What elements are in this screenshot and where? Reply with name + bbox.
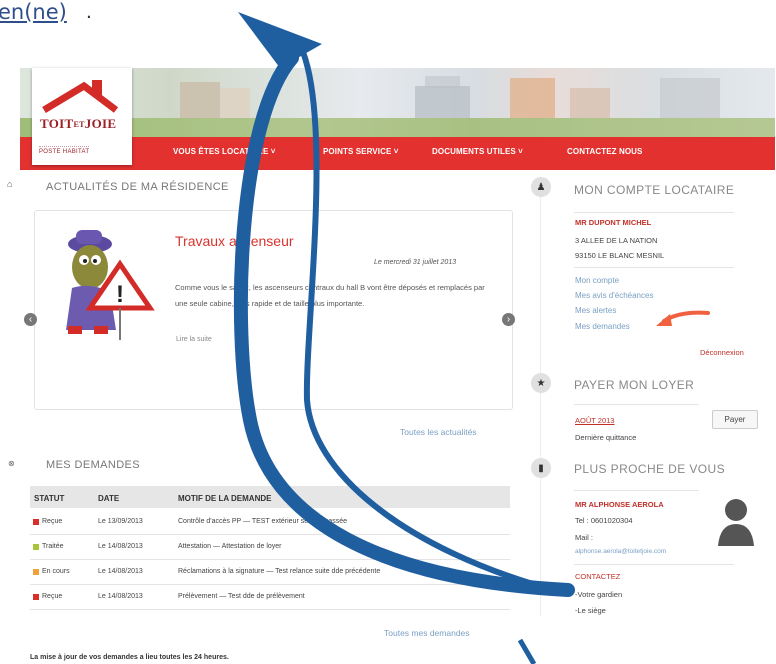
page: en(ne) . VOUS ÊTES LOCATAIRE ˅ POINTS SE… bbox=[0, 0, 776, 664]
annotation-arrow-icon bbox=[233, 12, 575, 664]
